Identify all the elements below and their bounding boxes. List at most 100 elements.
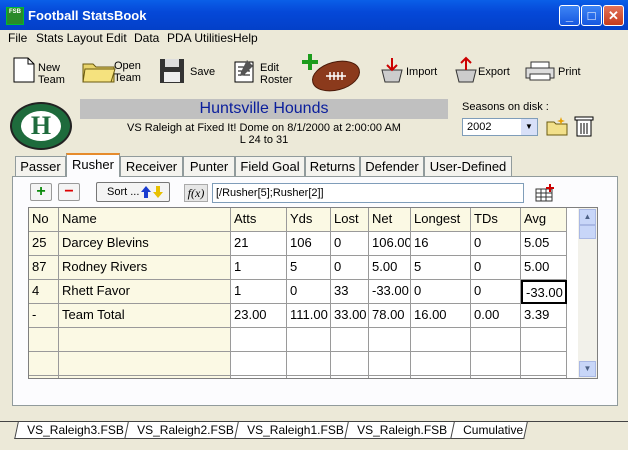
maximize-button[interactable]: □	[581, 5, 602, 26]
cell-no[interactable]: 25	[29, 232, 59, 256]
scroll-up-icon[interactable]: ▲	[579, 209, 596, 225]
formula-input[interactable]: [/Rusher[5];Rusher[2]]	[212, 183, 524, 203]
cell-atts[interactable]: 21	[231, 232, 287, 256]
formula-button[interactable]: f(x)	[184, 184, 208, 202]
tab-returns[interactable]: Returns	[305, 156, 360, 176]
cell-yds[interactable]	[287, 376, 331, 378]
cell-longest[interactable]: 16.00	[411, 304, 471, 328]
column-header-yds[interactable]: Yds	[287, 208, 331, 232]
cell-lost[interactable]: 0	[331, 232, 369, 256]
sort-button[interactable]: Sort ...	[96, 182, 170, 202]
cell-no[interactable]	[29, 352, 59, 376]
menu-data[interactable]: Data	[134, 31, 159, 45]
tab-passer[interactable]: Passer	[15, 156, 66, 176]
file-tab-vs-raleigh2[interactable]: VS_Raleigh2.FSB	[124, 422, 240, 439]
cell-name[interactable]	[59, 328, 231, 352]
minimize-button[interactable]: _	[559, 5, 580, 26]
file-tab-vs-raleigh[interactable]: VS_Raleigh.FSB	[344, 422, 456, 439]
menu-help[interactable]: Help	[233, 31, 258, 45]
cell-lost[interactable]	[331, 376, 369, 378]
cell-tds[interactable]: 0	[471, 232, 521, 256]
column-header-no[interactable]: No	[29, 208, 59, 232]
menu-edit[interactable]: Edit	[106, 31, 127, 45]
cell-atts[interactable]: 23.00	[231, 304, 287, 328]
cell-lost[interactable]: 33.00	[331, 304, 369, 328]
cell-net[interactable]	[369, 376, 411, 378]
cell-avg[interactable]: 3.39	[521, 304, 567, 328]
insert-column-icon[interactable]	[534, 183, 556, 203]
cell-net[interactable]: 5.00	[369, 256, 411, 280]
cell-avg[interactable]: -33.00	[521, 280, 567, 304]
tab-punter[interactable]: Punter	[183, 156, 235, 176]
cell-avg[interactable]	[521, 352, 567, 376]
cell-no[interactable]	[29, 376, 59, 378]
cell-lost[interactable]	[331, 352, 369, 376]
cell-name[interactable]: Rodney Rivers	[59, 256, 231, 280]
stats-grid[interactable]: No Name Atts Yds Lost Net Longest TDs Avg 25 Darce…	[28, 207, 598, 379]
new-season-folder-icon[interactable]	[546, 116, 568, 136]
close-button[interactable]: ✕	[603, 5, 624, 26]
remove-row-button[interactable]: −	[58, 183, 80, 201]
cell-tds[interactable]: 0.00	[471, 304, 521, 328]
cell-lost[interactable]: 33	[331, 280, 369, 304]
cell-no[interactable]: 4	[29, 280, 59, 304]
cell-tds[interactable]: 0	[471, 256, 521, 280]
cell-avg[interactable]: 5.05	[521, 232, 567, 256]
cell-net[interactable]: 106.00	[369, 232, 411, 256]
new-team-button[interactable]: New Team	[10, 50, 70, 94]
cell-longest[interactable]	[411, 328, 471, 352]
menu-pda-utilities[interactable]: PDA Utilities	[167, 31, 233, 45]
open-team-button[interactable]: Open Team	[82, 50, 144, 94]
cell-yds[interactable]: 0	[287, 280, 331, 304]
cell-avg[interactable]: 5.00	[521, 256, 567, 280]
cell-longest[interactable]: 0	[411, 280, 471, 304]
scroll-down-icon[interactable]: ▼	[579, 361, 596, 377]
cell-lost[interactable]	[331, 328, 369, 352]
tab-field-goal[interactable]: Field Goal	[235, 156, 305, 176]
cell-longest[interactable]: 5	[411, 256, 471, 280]
cell-avg[interactable]	[521, 328, 567, 352]
column-header-atts[interactable]: Atts	[231, 208, 287, 232]
column-header-net[interactable]: Net	[369, 208, 411, 232]
tab-rusher[interactable]: Rusher	[66, 153, 120, 177]
cell-atts[interactable]	[231, 352, 287, 376]
column-header-tds[interactable]: TDs	[471, 208, 521, 232]
file-tab-cumulative[interactable]: Cumulative	[450, 422, 528, 439]
cell-name[interactable]: Darcey Blevins	[59, 232, 231, 256]
chevron-down-icon[interactable]: ▼	[521, 119, 537, 135]
title-bar[interactable]: FSB Football StatsBook _ □ ✕	[0, 0, 628, 30]
cell-net[interactable]	[369, 352, 411, 376]
cell-yds[interactable]: 106	[287, 232, 331, 256]
cell-no[interactable]: -	[29, 304, 59, 328]
cell-name[interactable]: Team Total	[59, 304, 231, 328]
cell-lost[interactable]: 0	[331, 256, 369, 280]
cell-tds[interactable]	[471, 352, 521, 376]
add-row-button[interactable]: +	[30, 183, 52, 201]
cell-avg[interactable]	[521, 376, 567, 378]
menu-stats-layout[interactable]: Stats Layout	[36, 31, 103, 45]
cell-yds[interactable]	[287, 352, 331, 376]
cell-net[interactable]	[369, 328, 411, 352]
import-button[interactable]: Import	[378, 50, 440, 94]
cell-yds[interactable]: 5	[287, 256, 331, 280]
edit-roster-button[interactable]: Edit Roster	[233, 50, 293, 94]
tab-receiver[interactable]: Receiver	[120, 156, 183, 176]
cell-name[interactable]	[59, 376, 231, 378]
column-header-lost[interactable]: Lost	[331, 208, 369, 232]
menu-file[interactable]: File	[8, 31, 27, 45]
cell-tds[interactable]	[471, 328, 521, 352]
cell-atts[interactable]	[231, 328, 287, 352]
vertical-scrollbar[interactable]: ▲ ▼	[578, 208, 597, 378]
app-icon[interactable]: FSB	[6, 7, 24, 25]
file-tab-vs-raleigh3[interactable]: VS_Raleigh3.FSB	[14, 422, 130, 439]
cell-no[interactable]	[29, 328, 59, 352]
cell-no[interactable]: 87	[29, 256, 59, 280]
cell-yds[interactable]: 111.00	[287, 304, 331, 328]
tab-defender[interactable]: Defender	[360, 156, 424, 176]
tab-user-defined[interactable]: User-Defined	[424, 156, 512, 176]
scroll-thumb[interactable]	[579, 225, 596, 239]
print-button[interactable]: Print	[524, 50, 584, 94]
cell-net[interactable]: -33.00	[369, 280, 411, 304]
cell-name[interactable]	[59, 352, 231, 376]
cell-atts[interactable]	[231, 376, 287, 378]
